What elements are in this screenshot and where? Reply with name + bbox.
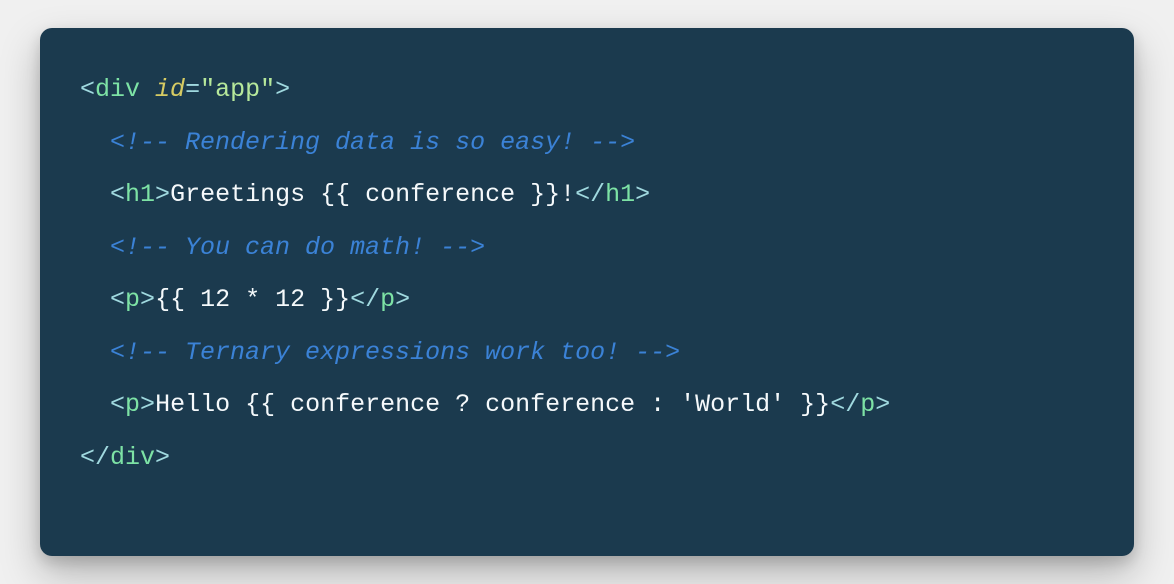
code-line: <!-- Ternary expressions work too! --> xyxy=(80,338,680,367)
code-token-indent xyxy=(80,390,110,419)
code-token-indent xyxy=(80,180,110,209)
code-token-comment: <!-- Rendering data is so easy! --> xyxy=(110,128,635,157)
code-token-bracket: > xyxy=(875,390,890,419)
code-card: <div id="app"> <!-- Rendering data is so… xyxy=(40,28,1134,556)
code-line: <div id="app"> xyxy=(80,75,290,104)
code-token-tag: p xyxy=(380,285,395,314)
code-token-bracket: > xyxy=(140,285,155,314)
code-line: <!-- You can do math! --> xyxy=(80,233,485,262)
code-line: </div> xyxy=(80,443,170,472)
code-line: <h1>Greetings {{ conference }}!</h1> xyxy=(80,180,650,209)
code-token-tag: p xyxy=(125,285,140,314)
code-token-indent xyxy=(80,128,110,157)
code-token-bracket: < xyxy=(110,390,125,419)
code-block: <div id="app"> <!-- Rendering data is so… xyxy=(80,64,1094,484)
code-token-bracket: > xyxy=(395,285,410,314)
code-token-bracket: </ xyxy=(575,180,605,209)
code-token-bracket: > xyxy=(140,390,155,419)
code-token-tag: p xyxy=(860,390,875,419)
code-token-tag: h1 xyxy=(605,180,635,209)
code-token-bracket: </ xyxy=(80,443,110,472)
code-line: <p>{{ 12 * 12 }}</p> xyxy=(80,285,410,314)
code-line: <!-- Rendering data is so easy! --> xyxy=(80,128,635,157)
code-token-tag: div xyxy=(110,443,155,472)
code-token-bracket: > xyxy=(155,443,170,472)
code-token-bracket: > xyxy=(155,180,170,209)
code-token-tag: h1 xyxy=(125,180,155,209)
code-token-bracket: < xyxy=(80,75,95,104)
code-token-text: Hello {{ conference ? conference : 'Worl… xyxy=(155,390,830,419)
code-token-indent xyxy=(80,338,110,367)
code-token-text: {{ 12 * 12 }} xyxy=(155,285,350,314)
code-token-bracket: </ xyxy=(830,390,860,419)
code-token-indent xyxy=(80,285,110,314)
code-token-bracket: < xyxy=(110,285,125,314)
code-token-attr: id xyxy=(155,75,185,104)
code-token-indent xyxy=(80,233,110,262)
code-token-string: "app" xyxy=(200,75,275,104)
code-token-comment: <!-- You can do math! --> xyxy=(110,233,485,262)
code-token-tag: div xyxy=(95,75,140,104)
code-token-bracket: > xyxy=(275,75,290,104)
code-token-text xyxy=(140,75,155,104)
code-token-bracket: </ xyxy=(350,285,380,314)
code-line: <p>Hello {{ conference ? conference : 'W… xyxy=(80,390,890,419)
code-token-bracket: < xyxy=(110,180,125,209)
code-token-comment: <!-- Ternary expressions work too! --> xyxy=(110,338,680,367)
code-token-bracket: = xyxy=(185,75,200,104)
code-token-bracket: > xyxy=(635,180,650,209)
code-token-text: Greetings {{ conference }}! xyxy=(170,180,575,209)
code-token-tag: p xyxy=(125,390,140,419)
